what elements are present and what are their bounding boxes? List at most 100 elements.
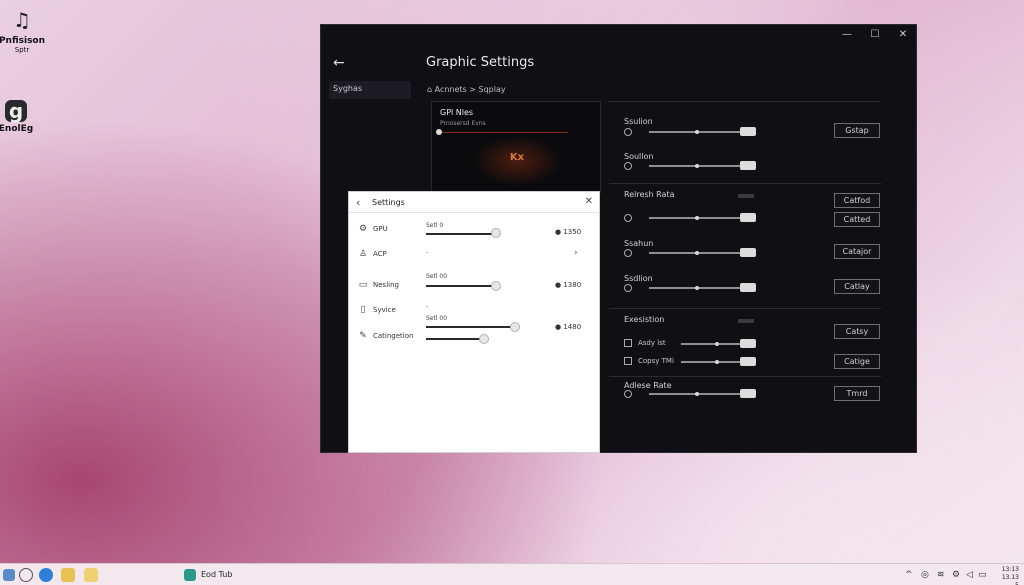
- slider-marker: [695, 392, 699, 396]
- slider-thumb[interactable]: [740, 213, 756, 222]
- status-bar: [738, 194, 754, 198]
- clock-time: 13:13: [1001, 566, 1019, 573]
- slider-marker: [695, 216, 699, 220]
- slider-thumb[interactable]: [740, 283, 756, 292]
- taskbar-app-label[interactable]: Eod Tub: [201, 570, 232, 579]
- setting-sublabel: Setl 00: [426, 315, 448, 322]
- close-icon[interactable]: ✕: [585, 196, 593, 207]
- service-icon: ▯: [360, 305, 366, 315]
- nav-item-nesling[interactable]: Nesling: [373, 281, 399, 289]
- settings-icon[interactable]: ⚙: [952, 570, 960, 580]
- slider-thumb[interactable]: [740, 248, 756, 257]
- slider-marker: [715, 342, 719, 346]
- row-button[interactable]: Catlay: [834, 279, 880, 294]
- desktop-icon-music[interactable]: ♫ Pnfisison Sptr: [0, 6, 52, 54]
- wifi-icon[interactable]: ≋: [937, 570, 945, 580]
- taskbar: Eod Tub ^ ◎ ≋ ⚙ ◁ ▭ 13:13 13.13 5: [0, 563, 1024, 585]
- notes-icon[interactable]: [84, 568, 98, 582]
- slider-thumb[interactable]: [740, 161, 756, 170]
- settings-dialog: ‹ Settings ✕ ⚙ GPU Setl 0 ● 1350 ♙ ACP -…: [348, 191, 600, 453]
- chevron-right-icon[interactable]: ›: [574, 248, 578, 258]
- slider-track[interactable]: [681, 361, 741, 363]
- slider-marker: [695, 164, 699, 168]
- clock-date: 13.13 5: [1001, 574, 1019, 585]
- nav-item-syvice[interactable]: Syvice: [373, 306, 396, 314]
- info-icon: [624, 128, 632, 136]
- minimize-button[interactable]: —: [835, 29, 859, 40]
- setting-sublabel: -: [426, 303, 429, 310]
- slider-marker: [695, 286, 699, 290]
- setting-label: Exesistion: [624, 315, 665, 324]
- setting-value: ● 1480: [555, 323, 581, 331]
- checkbox[interactable]: [624, 357, 632, 365]
- slider-track[interactable]: [426, 326, 518, 328]
- search-icon[interactable]: [19, 568, 33, 582]
- slider-track[interactable]: [426, 338, 486, 340]
- acp-icon: ♙: [358, 249, 368, 259]
- slider-track[interactable]: [426, 285, 496, 287]
- desktop-icon-sublabel: Sptr: [14, 46, 30, 54]
- desktop-icon-label: Pnfisison: [0, 36, 46, 46]
- slider-thumb[interactable]: [740, 127, 756, 136]
- dialog-title: Settings: [372, 198, 405, 207]
- slider-thumb[interactable]: [740, 389, 756, 398]
- divider: [349, 212, 599, 213]
- sidebar-item-selected[interactable]: Syghas: [329, 81, 411, 99]
- battery-icon[interactable]: ▭: [978, 570, 987, 580]
- slider-track[interactable]: [426, 233, 496, 235]
- slider-thumb[interactable]: [479, 334, 489, 344]
- network-icon[interactable]: ◎: [921, 570, 929, 580]
- chevron-up-icon[interactable]: ^: [905, 570, 913, 580]
- browser-icon[interactable]: [39, 568, 53, 582]
- home-icon: ⌂: [427, 85, 435, 94]
- edit-icon: ✎: [359, 331, 367, 341]
- slider-thumb[interactable]: [510, 322, 520, 332]
- file-explorer-icon[interactable]: [61, 568, 75, 582]
- slider-thumb[interactable]: [740, 357, 756, 366]
- row-button[interactable]: Tmrd: [834, 386, 880, 401]
- back-chevron-icon[interactable]: ‹: [356, 196, 360, 209]
- preview-logo: Kx: [472, 136, 562, 186]
- row-button[interactable]: Catsy: [834, 324, 880, 339]
- maximize-button[interactable]: ☐: [863, 29, 887, 40]
- row-button[interactable]: Catajor: [834, 244, 880, 259]
- back-arrow-icon[interactable]: ←: [333, 55, 345, 71]
- close-button[interactable]: ✕: [891, 29, 915, 40]
- gpu-preview-panel: GPl Nles Prnosersd Evns Kx: [431, 101, 601, 193]
- setting-value: ● 1350: [555, 228, 581, 236]
- row-button[interactable]: Catted: [834, 212, 880, 227]
- clock[interactable]: 13:13 13.13 5: [997, 566, 1019, 585]
- nav-item-catingetion[interactable]: Catingetion: [373, 332, 413, 340]
- preview-progress-dot[interactable]: [436, 129, 442, 135]
- status-bar: [738, 319, 754, 323]
- app-taskbar-icon[interactable]: [184, 569, 196, 581]
- nesling-icon: ▭: [358, 280, 368, 290]
- divider: [609, 308, 881, 309]
- row-button[interactable]: Catfod: [834, 193, 880, 208]
- volume-icon[interactable]: ◁: [966, 570, 973, 580]
- checkbox[interactable]: [624, 339, 632, 347]
- info-icon: [624, 214, 632, 222]
- desktop-icon-app[interactable]: g EnolEg: [0, 99, 46, 134]
- slider-thumb[interactable]: [491, 281, 501, 291]
- page-title: Graphic Settings: [426, 55, 535, 70]
- start-icon[interactable]: [3, 569, 15, 581]
- slider-thumb[interactable]: [740, 339, 756, 348]
- preview-subtitle: Prnosersd Evns: [440, 120, 486, 127]
- value-text: 1480: [563, 323, 582, 331]
- nav-item-gpu[interactable]: GPU: [373, 225, 388, 233]
- app-icon: g: [5, 99, 27, 123]
- row-button[interactable]: Catige: [834, 354, 880, 369]
- breadcrumb[interactable]: ⌂ Acnnets > Sqplay: [427, 85, 506, 94]
- checkbox-label: Asdy lst: [638, 339, 666, 347]
- slider-thumb[interactable]: [491, 228, 501, 238]
- value-text: 1380: [563, 281, 582, 289]
- slider-track[interactable]: [681, 343, 741, 345]
- nav-item-acp[interactable]: ACP: [373, 250, 387, 258]
- row-button[interactable]: Gstap: [834, 123, 880, 138]
- info-icon: [624, 284, 632, 292]
- setting-label: Soullon: [624, 152, 654, 161]
- setting-sublabel: -: [426, 249, 429, 256]
- music-file-icon: ♫: [13, 8, 31, 32]
- slider-marker: [715, 360, 719, 364]
